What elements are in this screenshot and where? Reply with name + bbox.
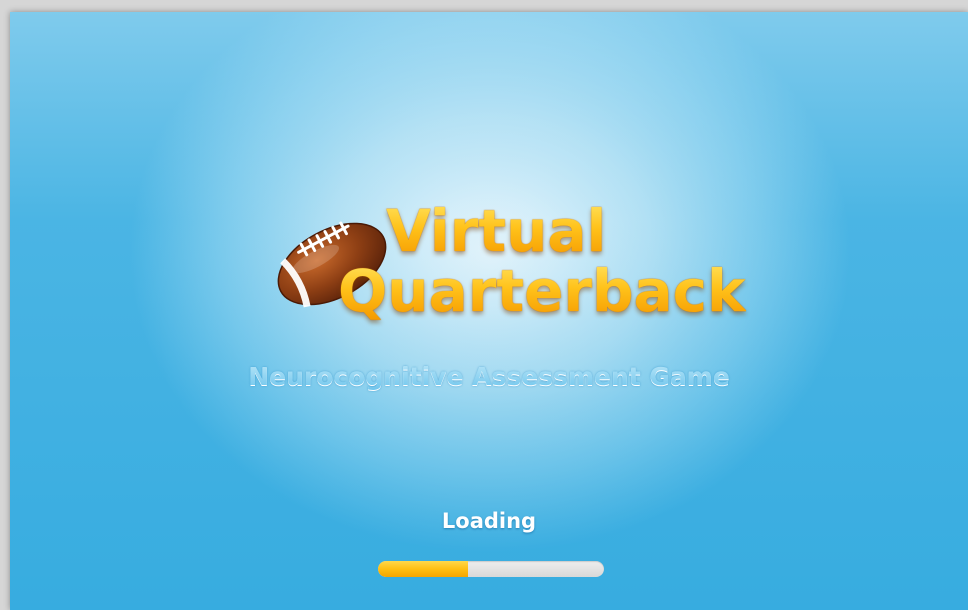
game-title-line-2: Quarterback [338,257,746,325]
game-screen: Virtual Quarterback Neurocognitive Asses… [10,12,968,610]
game-logo: Virtual Quarterback [268,192,746,332]
game-title-line-1: Virtual [386,197,607,265]
loading-progress-bar [378,561,604,577]
loading-progress-fill [378,561,469,577]
loading-label: Loading [441,509,537,533]
game-subtitle: Neurocognitive Assessment Game [10,362,968,391]
